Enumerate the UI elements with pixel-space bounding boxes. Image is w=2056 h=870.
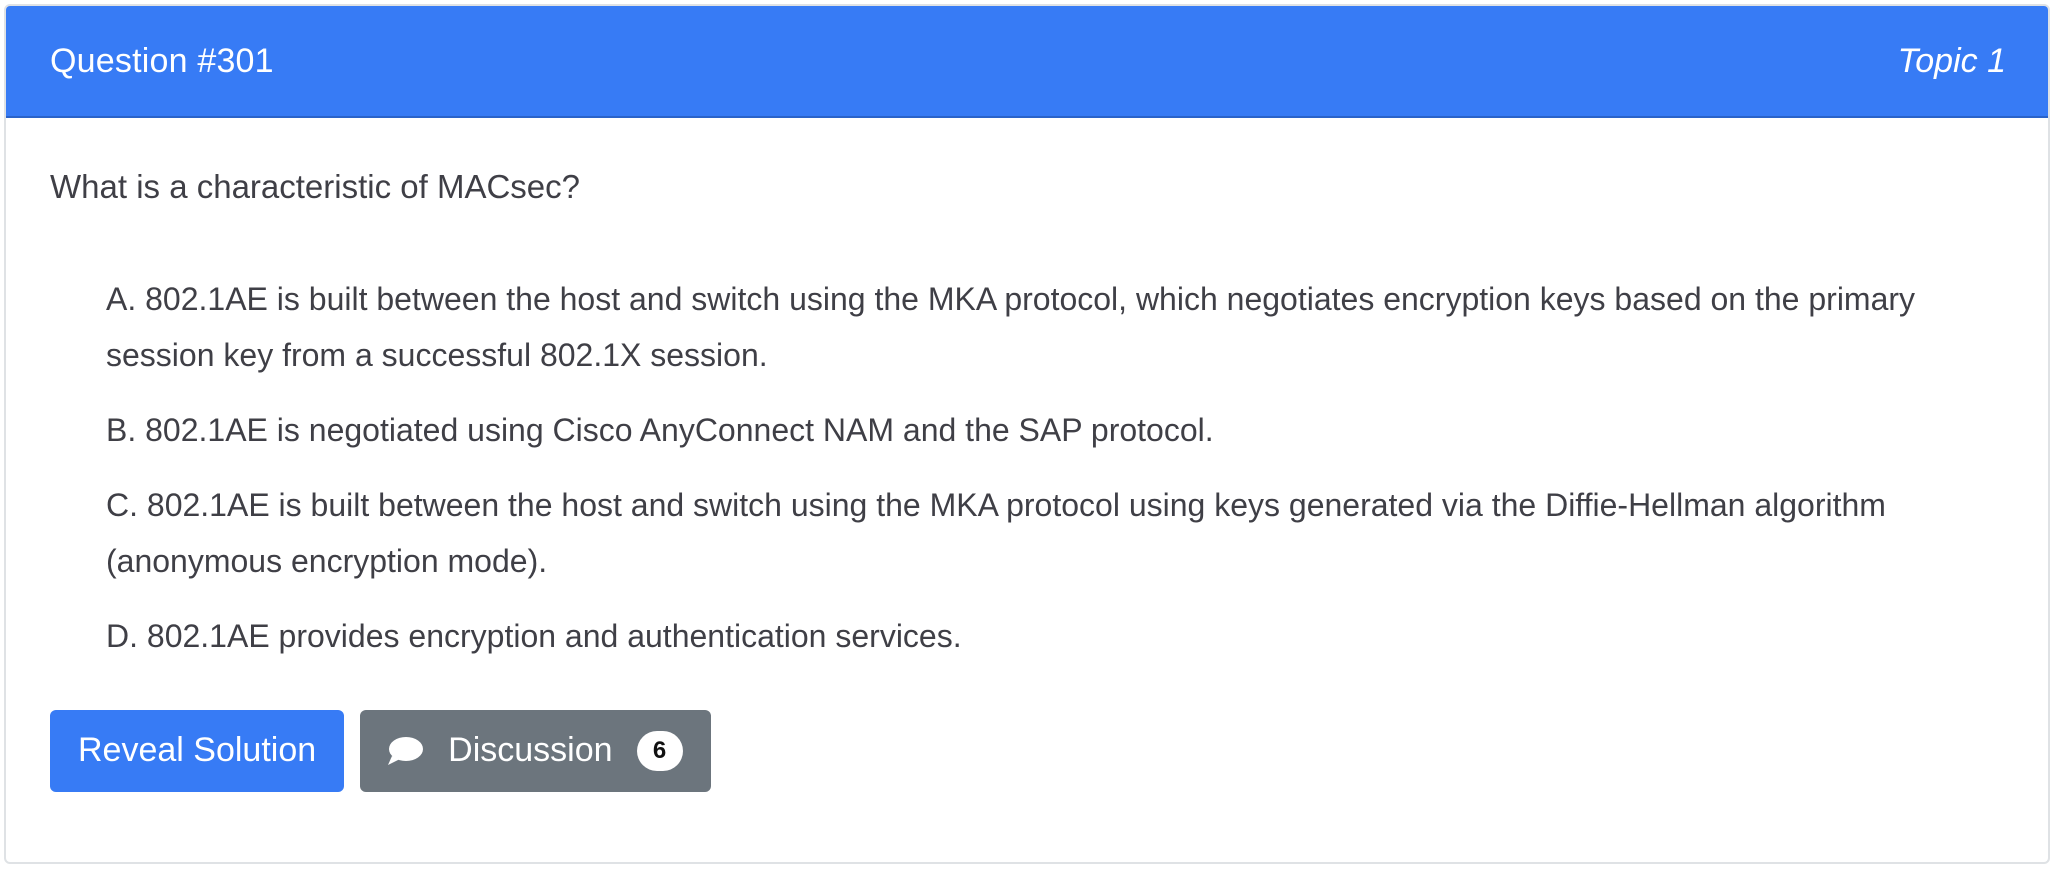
question-number: Question #301 (50, 41, 274, 80)
choice-b[interactable]: B. 802.1AE is negotiated using Cisco Any… (106, 402, 1984, 458)
topic-label: Topic 1 (1897, 41, 2006, 80)
reveal-solution-button[interactable]: Reveal Solution (50, 709, 345, 792)
reveal-solution-label: Reveal Solution (78, 731, 317, 770)
question-body: What is a characteristic of MACsec? A. 8… (6, 118, 2048, 792)
discussion-button[interactable]: Discussion 6 (360, 709, 711, 792)
question-header: Question #301 Topic 1 (6, 6, 2048, 118)
choice-d[interactable]: D. 802.1AE provides encryption and authe… (106, 608, 1984, 664)
discussion-count-badge: 6 (636, 730, 683, 771)
choices-list: A. 802.1AE is built between the host and… (50, 271, 2004, 664)
question-card: Question #301 Topic 1 What is a characte… (4, 4, 2050, 864)
discussion-label: Discussion (448, 731, 613, 770)
question-text: What is a characteristic of MACsec? (50, 168, 580, 205)
choice-c[interactable]: C. 802.1AE is built between the host and… (106, 477, 1984, 589)
choice-a[interactable]: A. 802.1AE is built between the host and… (106, 271, 1984, 383)
question-actions: Reveal Solution Discussion 6 (50, 709, 2004, 792)
comment-icon (386, 734, 424, 768)
